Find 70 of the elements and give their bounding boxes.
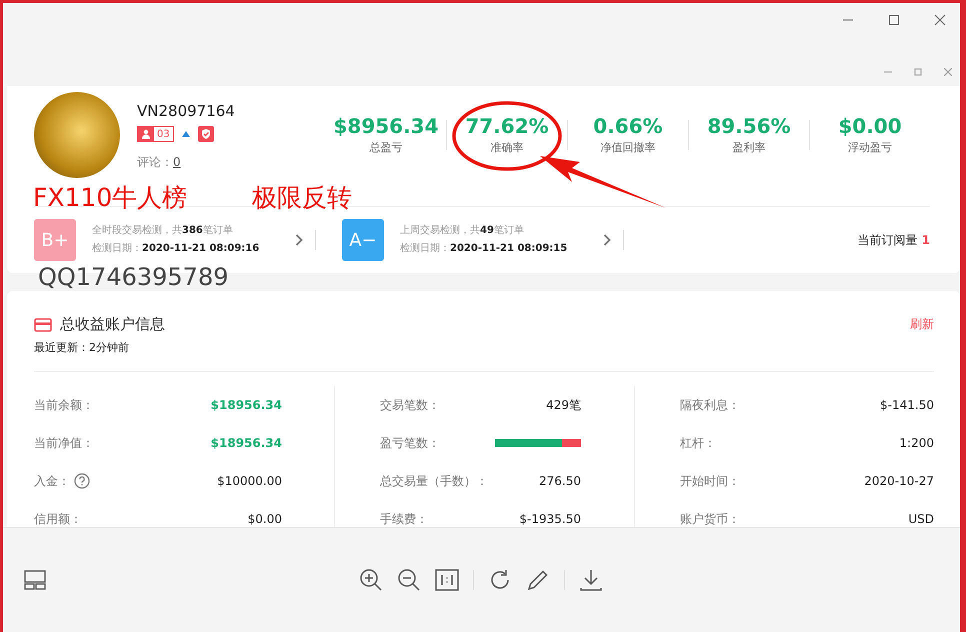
qq-number-text: QQ1746395789: [38, 263, 228, 291]
user-icon: [138, 127, 154, 141]
check-date: 2020-11-21 08:09:16: [142, 243, 260, 254]
comments-count-link[interactable]: 0: [173, 155, 181, 169]
chevron-right-icon[interactable]: [295, 234, 303, 246]
subscriptions-count: 1: [922, 232, 930, 246]
grade-badge: A−: [342, 219, 384, 261]
stat-label: 盈利率: [732, 140, 766, 155]
stat-value: 77.62%: [464, 114, 550, 138]
field-value: $10000.00: [217, 474, 282, 488]
field-label: 隔夜利息：: [680, 396, 740, 414]
field-value: $0.00: [248, 512, 282, 526]
account-name: VN28097164: [137, 102, 235, 120]
download-icon[interactable]: [579, 568, 603, 592]
field-label: 交易笔数：: [380, 396, 440, 414]
field-label: 账户货币：: [680, 510, 740, 527]
field-value: $18956.34: [210, 436, 282, 450]
last-updated-text: 最近更新：2分钟前: [34, 340, 934, 372]
maximize-icon[interactable]: [888, 14, 900, 26]
field-value: $18956.34: [210, 398, 282, 412]
field-value: 276.50: [539, 474, 581, 488]
field-value: USD: [908, 512, 934, 526]
field-value: 2020-10-27: [864, 474, 934, 488]
thumbnail-layout-icon[interactable]: [24, 570, 46, 590]
field-label: 当前余额：: [34, 396, 94, 414]
comments-label: 评论：: [137, 155, 173, 169]
stat-value: 0.66%: [592, 114, 664, 138]
date-label: 检测日期：: [92, 243, 142, 254]
subscriptions-label: 当前订阅量: [858, 232, 918, 246]
section-title: 总收益账户信息: [60, 315, 165, 334]
maximize-icon[interactable]: [914, 68, 922, 76]
field-label: 当前净值：: [34, 434, 94, 452]
rating-summary: 全时段交易检测，共386笔订单: [92, 224, 234, 238]
zoom-in-icon[interactable]: [359, 568, 383, 592]
actual-size-icon[interactable]: [435, 569, 459, 591]
annotation-text: 极限反转: [252, 182, 352, 214]
check-date: 2020-11-21 08:09:15: [450, 243, 568, 254]
field-label: 盈亏笔数：: [380, 434, 440, 452]
card-icon: [34, 318, 52, 332]
stat-value: $0.00: [837, 114, 903, 138]
stat-label: 浮动盈亏: [847, 140, 893, 155]
follower-badge: 03: [137, 126, 174, 142]
field-label: 总交易量（手数）：: [380, 472, 488, 490]
field-value: $-1935.50: [519, 512, 581, 526]
field-label: 信用额：: [34, 510, 82, 527]
rating-summary: 上周交易检测，共49笔订单: [400, 224, 525, 238]
annotation-text: FX110牛人榜: [33, 182, 188, 214]
stat-label: 总盈亏: [368, 140, 404, 155]
field-value: 429笔: [546, 396, 581, 414]
field-label: 开始时间：: [680, 472, 740, 490]
field-value: $-141.50: [880, 398, 934, 412]
close-icon[interactable]: [944, 68, 952, 76]
field-value: 1:200: [899, 436, 934, 450]
help-icon[interactable]: [74, 473, 90, 489]
pencil-icon[interactable]: [526, 568, 550, 592]
close-icon[interactable]: [934, 14, 946, 26]
date-label: 检测日期：: [400, 243, 450, 254]
shield-check-icon: [198, 126, 214, 142]
zoom-out-icon[interactable]: [397, 568, 421, 592]
stat-value: $8956.34: [332, 114, 440, 138]
stat-label: 净值回撤率: [600, 140, 656, 155]
field-label: 手续费：: [380, 510, 428, 527]
triangle-up-icon: [182, 131, 190, 137]
field-label: 杠杆：: [680, 434, 716, 452]
stat-value: 89.56%: [706, 114, 792, 138]
stat-label: 准确率: [490, 140, 524, 155]
chevron-right-icon[interactable]: [603, 234, 611, 246]
refresh-link[interactable]: 刷新: [910, 316, 934, 333]
field-label: 入金：: [34, 472, 70, 490]
grade-badge: B+: [34, 219, 76, 261]
